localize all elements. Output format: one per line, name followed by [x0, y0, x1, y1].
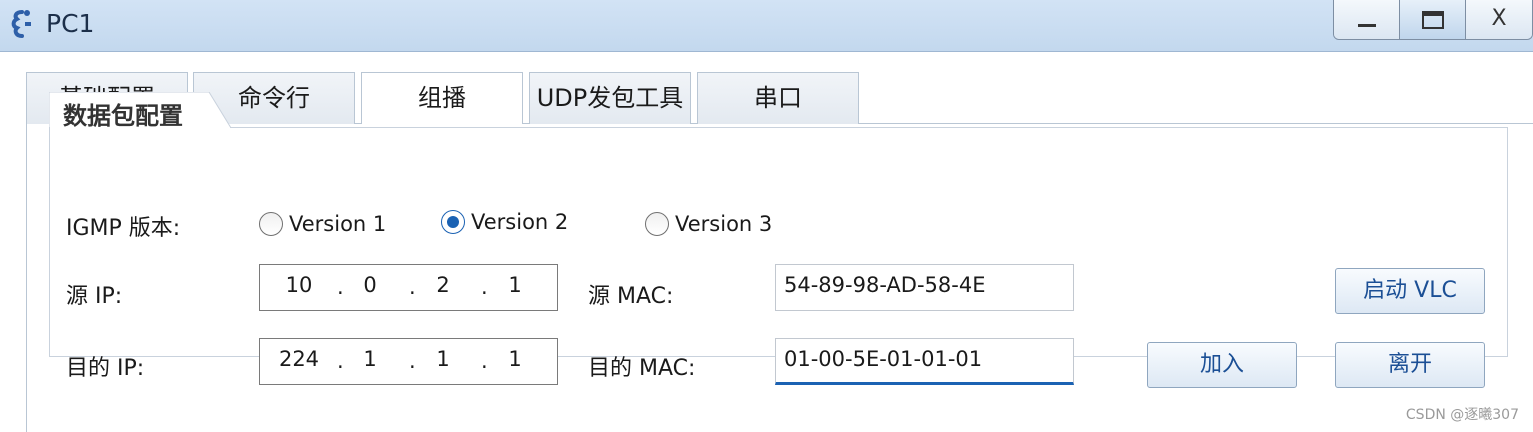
radio-version-1[interactable]: Version 1 [259, 210, 386, 238]
ip-octet: 10 [285, 273, 313, 297]
tab-serial[interactable]: 串口 [697, 72, 859, 124]
ip-dot: . [481, 349, 488, 373]
ip-dot: . [409, 275, 416, 299]
ip-octet: 1 [508, 273, 522, 297]
window-title: PC1 [46, 9, 95, 38]
tab-udp-tool[interactable]: UDP发包工具 [529, 72, 691, 124]
minimize-button[interactable] [1334, 0, 1400, 39]
radio-label: Version 3 [675, 212, 773, 236]
minimize-icon [1358, 24, 1376, 27]
group-header: 数据包配置 [49, 92, 231, 130]
radio-circle [259, 212, 283, 236]
source-mac-label: 源 MAC: [588, 284, 674, 309]
maximize-icon [1422, 11, 1444, 29]
source-ip-input[interactable]: 10 . 0 . 2 . 1 [259, 264, 558, 311]
radio-version-2[interactable]: Version 2 [441, 208, 568, 236]
start-vlc-button[interactable]: 启动 VLC [1335, 268, 1485, 314]
ip-octet: 1 [363, 347, 377, 371]
dest-mac-label: 目的 MAC: [588, 356, 696, 381]
close-button[interactable]: X [1466, 0, 1532, 39]
pc-icon [11, 10, 31, 38]
tab-multicast[interactable]: 组播 [361, 72, 523, 124]
title-bar: PC1 X [0, 0, 1533, 52]
dest-ip-input[interactable]: 224 . 1 . 1 . 1 [259, 338, 558, 385]
radio-label: Version 1 [289, 212, 387, 236]
igmp-version-label: IGMP 版本: [66, 216, 181, 241]
ip-dot: . [481, 275, 488, 299]
ip-dot: . [409, 349, 416, 373]
ip-octet: 2 [436, 273, 450, 297]
radio-version-3[interactable]: Version 3 [645, 210, 772, 238]
radio-circle-checked [441, 210, 465, 234]
maximize-button[interactable] [1400, 0, 1466, 39]
window-controls: X [1333, 0, 1533, 40]
ip-dot: . [337, 349, 344, 373]
radio-circle [645, 212, 669, 236]
group-title: 数据包配置 [63, 102, 183, 130]
dest-mac-input[interactable]: 01-00-5E-01-01-01 [775, 338, 1074, 385]
ip-octet: 0 [363, 273, 377, 297]
radio-label: Version 2 [471, 210, 569, 234]
packet-config-group [49, 127, 1508, 357]
ip-octet: 1 [508, 347, 522, 371]
source-ip-label: 源 IP: [66, 284, 123, 309]
dest-ip-label: 目的 IP: [66, 356, 145, 381]
ip-dot: . [337, 275, 344, 299]
close-icon: X [1491, 6, 1507, 31]
join-button[interactable]: 加入 [1147, 342, 1297, 388]
source-mac-input[interactable]: 54-89-98-AD-58-4E [775, 264, 1074, 311]
watermark: CSDN @逐曦307 [1405, 407, 1519, 423]
ip-octet: 1 [436, 347, 450, 371]
ip-octet: 224 [278, 347, 320, 371]
leave-button[interactable]: 离开 [1335, 342, 1485, 388]
